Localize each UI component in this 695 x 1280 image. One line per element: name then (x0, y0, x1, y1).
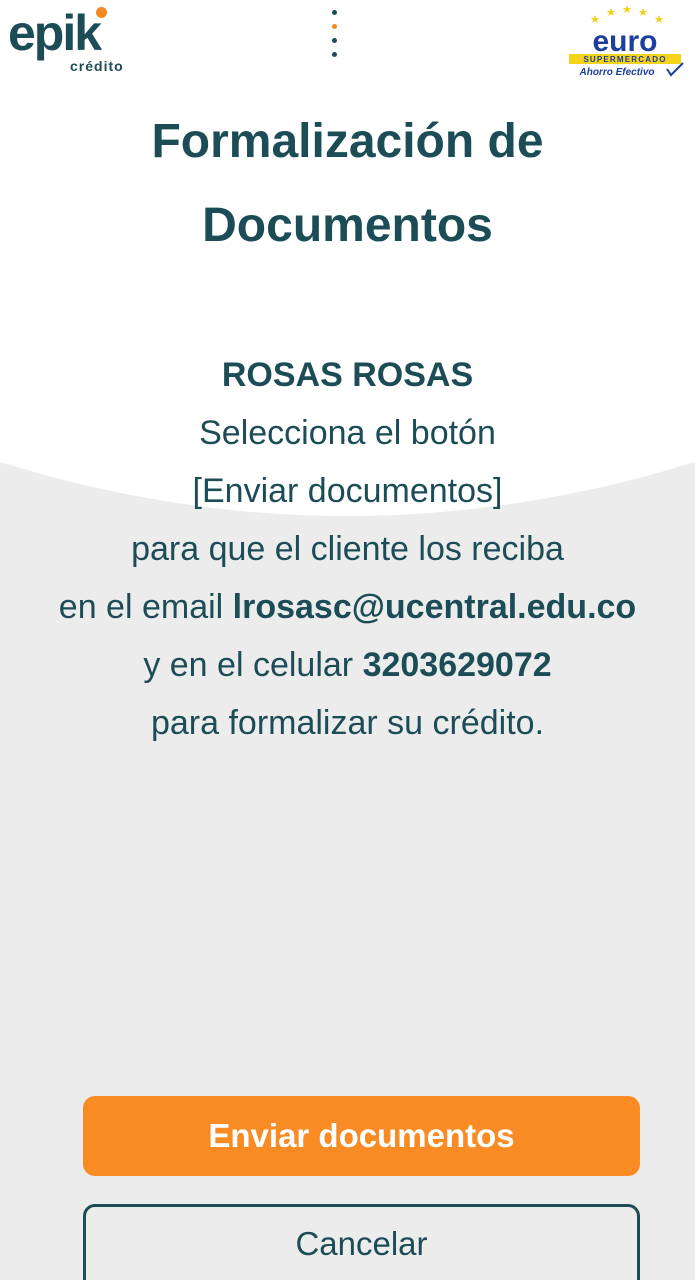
phone-prefix: y en el celular (143, 646, 363, 684)
check-icon (666, 62, 684, 77)
page-title-line-1: Formalización de (151, 115, 544, 168)
epik-logo-subtitle: crédito (70, 58, 124, 74)
page-title: Formalización de Documentos (0, 100, 695, 268)
app-header: epik crédito euro SUPERMERCADO Ahorro Ef… (0, 3, 695, 83)
instruction-line-2: [Enviar documentos] (192, 472, 503, 510)
instruction-line-last: para formalizar su crédito. (150, 704, 545, 742)
epik-credito-logo: epik crédito (8, 5, 148, 77)
euro-logo-tagline: SUPERMERCADO (583, 55, 666, 64)
epik-logo-dot (96, 7, 107, 18)
client-email: lrosasc@ucentral.edu.co (232, 588, 637, 626)
instructions-message: ROSAS ROSAS Selecciona el botón [Enviar … (0, 346, 695, 752)
page-title-line-2: Documentos (202, 199, 493, 252)
email-line: en el email lrosasc@ucentral.edu.co (0, 578, 695, 636)
instruction-line-3: para que el cliente los reciba (131, 530, 564, 568)
client-name: ROSAS ROSAS (221, 356, 474, 394)
euro-logo-word: euro (592, 25, 657, 58)
send-documents-button[interactable]: Enviar documentos (83, 1096, 640, 1176)
vertical-dots-menu-icon[interactable] (326, 3, 342, 63)
euro-logo-slogan: Ahorro Efectivo (578, 67, 654, 78)
main-content: Formalización de Documentos ROSAS ROSAS … (0, 100, 695, 752)
client-phone: 3203629072 (362, 646, 552, 684)
instruction-line-1: Selecciona el botón (199, 414, 496, 452)
phone-line: y en el celular 3203629072 (0, 636, 695, 694)
cancel-button[interactable]: Cancelar (83, 1204, 640, 1280)
epik-logo-word: epik (8, 5, 102, 61)
euro-supermercado-logo: euro SUPERMERCADO Ahorro Efectivo (569, 5, 684, 78)
email-prefix: en el email (58, 588, 233, 626)
